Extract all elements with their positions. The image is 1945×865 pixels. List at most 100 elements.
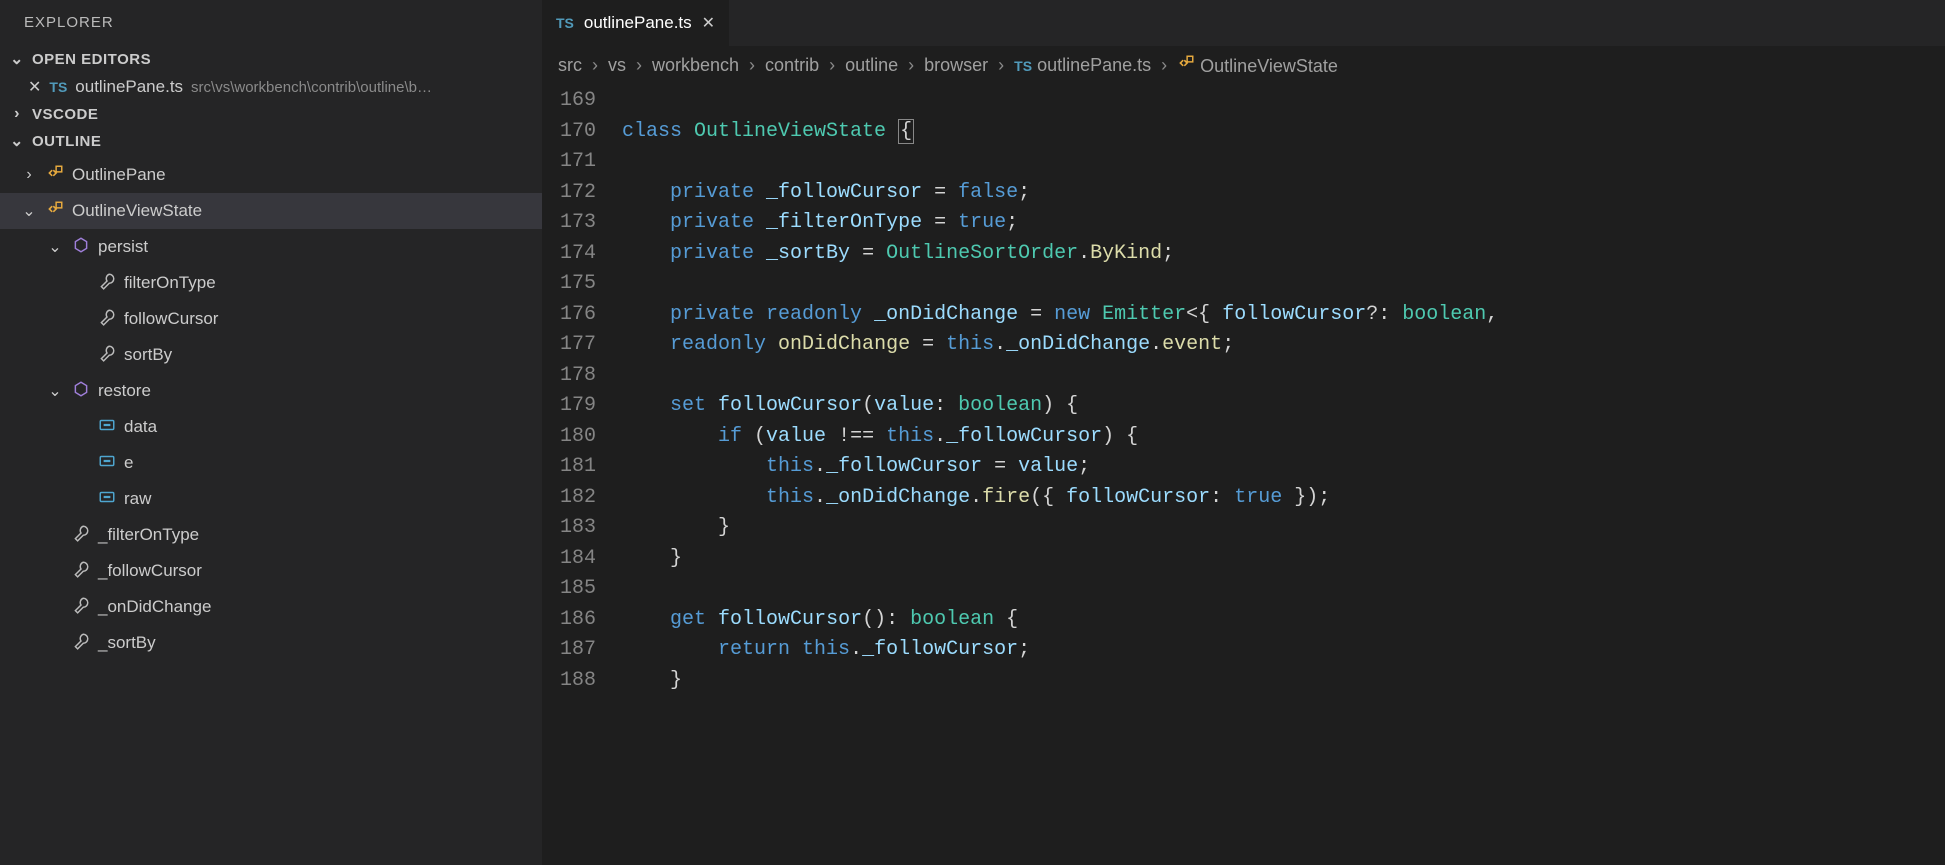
code-line[interactable] [622, 574, 1945, 605]
line-number: 185 [542, 574, 596, 605]
outline-item-e[interactable]: e [0, 445, 542, 481]
code-line[interactable]: readonly onDidChange = this._onDidChange… [622, 330, 1945, 361]
code-line[interactable]: set followCursor(value: boolean) { [622, 391, 1945, 422]
line-number: 177 [542, 330, 596, 361]
property-icon [72, 560, 90, 578]
tab-outlinepane[interactable]: TS outlinePane.ts ✕ [542, 0, 730, 46]
method-icon [72, 380, 90, 398]
breadcrumb-segment[interactable]: vs [608, 55, 626, 76]
breadcrumb[interactable]: src›vs›workbench›contrib›outline›browser… [542, 46, 1945, 86]
code-line[interactable]: private _sortBy = OutlineSortOrder.ByKin… [622, 239, 1945, 270]
outline-item-label: followCursor [124, 309, 218, 329]
line-number: 170 [542, 117, 596, 148]
chevron-right-icon[interactable]: › [20, 166, 38, 184]
outline-item-filterontype[interactable]: _filterOnType [0, 517, 542, 553]
line-number: 182 [542, 483, 596, 514]
property-icon [72, 596, 90, 614]
outline-section-header[interactable]: ⌄ OUTLINE [0, 127, 542, 155]
code-line[interactable] [622, 86, 1945, 117]
outline-item-data[interactable]: data [0, 409, 542, 445]
constant-icon [98, 452, 116, 470]
outline-item-label: _filterOnType [98, 525, 199, 545]
outline-item-outlineviewstate[interactable]: ⌄OutlineViewState [0, 193, 542, 229]
open-editor-filename: outlinePane.ts [75, 77, 183, 97]
breadcrumb-segment[interactable]: browser [924, 55, 988, 76]
class-icon [1177, 54, 1195, 72]
outline-item-label: data [124, 417, 157, 437]
breadcrumb-segment[interactable]: workbench [652, 55, 739, 76]
line-number: 173 [542, 208, 596, 239]
outline-item-restore[interactable]: ⌄ restore [0, 373, 542, 409]
outline-item-ondidchange[interactable]: _onDidChange [0, 589, 542, 625]
code-line[interactable]: this._onDidChange.fire({ followCursor: t… [622, 483, 1945, 514]
property-icon [98, 308, 116, 326]
code-line[interactable] [622, 147, 1945, 178]
outline-item-sortby[interactable]: sortBy [0, 337, 542, 373]
line-number: 175 [542, 269, 596, 300]
outline-item-label: _onDidChange [98, 597, 211, 617]
outline-item-filterontype[interactable]: filterOnType [0, 265, 542, 301]
close-icon[interactable]: ✕ [28, 77, 41, 97]
property-icon [98, 344, 116, 362]
line-number: 171 [542, 147, 596, 178]
outline-item-sortby[interactable]: _sortBy [0, 625, 542, 661]
outline-section-label: OUTLINE [32, 133, 101, 150]
code-line[interactable]: } [622, 544, 1945, 575]
outline-item-label: restore [98, 381, 151, 401]
code-line[interactable]: class OutlineViewState { [622, 117, 1945, 148]
breadcrumb-segment[interactable]: contrib [765, 55, 819, 76]
code-line[interactable]: private readonly _onDidChange = new Emit… [622, 300, 1945, 331]
line-number: 178 [542, 361, 596, 392]
ts-file-icon: TS [1014, 58, 1032, 74]
code-line[interactable] [622, 269, 1945, 300]
vscode-section-header[interactable]: › VSCODE [0, 101, 542, 127]
outline-item-label: _followCursor [98, 561, 202, 581]
chevron-down-icon: ⌄ [8, 49, 26, 69]
chevron-right-icon: › [636, 55, 642, 76]
code-line[interactable]: } [622, 666, 1945, 697]
code-line[interactable]: private _followCursor = false; [622, 178, 1945, 209]
open-editor-item[interactable]: ✕ TS outlinePane.ts src\vs\workbench\con… [0, 73, 542, 101]
chevron-right-icon: › [1161, 55, 1167, 76]
vscode-section-label: VSCODE [32, 106, 98, 123]
outline-item-followcursor[interactable]: followCursor [0, 301, 542, 337]
chevron-right-icon: › [998, 55, 1004, 76]
code-line[interactable]: this._followCursor = value; [622, 452, 1945, 483]
outline-item-label: filterOnType [124, 273, 216, 293]
outline-item-raw[interactable]: raw [0, 481, 542, 517]
outline-item-label: persist [98, 237, 148, 257]
chevron-down-icon[interactable]: ⌄ [46, 237, 64, 257]
code-line[interactable]: } [622, 513, 1945, 544]
code-content[interactable]: class OutlineViewState { private _follow… [622, 86, 1945, 865]
outline-tree: ›OutlinePane⌄OutlineViewState⌄persistfil… [0, 155, 542, 661]
breadcrumb-segment[interactable]: outline [845, 55, 898, 76]
code-line[interactable]: get followCursor(): boolean { [622, 605, 1945, 636]
open-editors-section-header[interactable]: ⌄ OPEN EDITORS [0, 45, 542, 73]
chevron-down-icon[interactable]: ⌄ [46, 381, 64, 401]
outline-item-outlinepane[interactable]: ›OutlinePane [0, 157, 542, 193]
outline-item-label: _sortBy [98, 633, 156, 653]
code-line[interactable]: private _filterOnType = true; [622, 208, 1945, 239]
code-line[interactable]: if (value !== this._followCursor) { [622, 422, 1945, 453]
line-number: 179 [542, 391, 596, 422]
outline-item-persist[interactable]: ⌄ persist [0, 229, 542, 265]
line-number-gutter: 1691701711721731741751761771781791801811… [542, 86, 622, 865]
breadcrumb-symbol[interactable]: OutlineViewState [1177, 54, 1338, 77]
explorer-title: EXPLORER [0, 0, 542, 45]
code-line[interactable]: return this._followCursor; [622, 635, 1945, 666]
chevron-down-icon[interactable]: ⌄ [20, 201, 38, 221]
tabs-row: TS outlinePane.ts ✕ [542, 0, 1945, 46]
class-icon [46, 200, 64, 218]
code-area[interactable]: 1691701711721731741751761771781791801811… [542, 86, 1945, 865]
outline-item-label: e [124, 453, 133, 473]
close-icon[interactable]: ✕ [702, 13, 715, 33]
breadcrumb-file[interactable]: TS outlinePane.ts [1014, 55, 1151, 76]
chevron-right-icon: › [908, 55, 914, 76]
property-icon [98, 272, 116, 290]
code-line[interactable] [622, 361, 1945, 392]
editor-area: TS outlinePane.ts ✕ src › vs › workbench › con… [542, 0, 1945, 865]
breadcrumb-segment[interactable]: src [558, 55, 582, 76]
outline-item-followcursor[interactable]: _followCursor [0, 553, 542, 589]
line-number: 183 [542, 513, 596, 544]
line-number: 181 [542, 452, 596, 483]
